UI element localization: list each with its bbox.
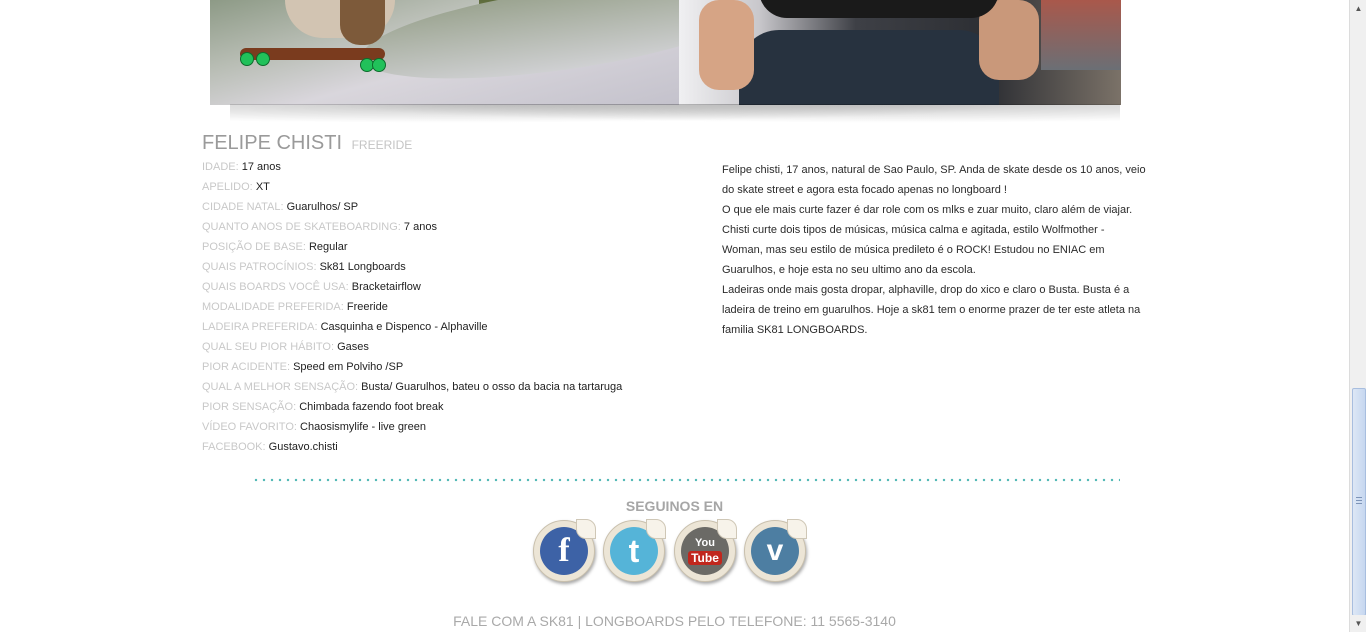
bio-paragraph: O que ele mais curte fazer é dar role co… (722, 204, 1133, 276)
dotted-divider (252, 478, 1120, 482)
info-value: Gases (337, 341, 369, 353)
info-row: CIDADE NATAL: Guarulhos/ SP (202, 200, 692, 220)
athlete-info-list: IDADE: 17 anos APELIDO: XT CIDADE NATAL:… (202, 160, 692, 460)
social-links: f t You Tube v (531, 519, 811, 586)
info-row: VÍDEO FAVORITO: Chaosismylife - live gre… (202, 420, 692, 440)
scroll-up-arrow-icon[interactable]: ▲ (1350, 0, 1366, 17)
scroll-down-arrow-icon[interactable]: ▼ (1350, 615, 1366, 632)
info-label: QUANTO ANOS DE SKATEBOARDING: (202, 221, 401, 233)
athlete-name-heading: FELIPE CHISTI FREERIDE (202, 132, 412, 155)
info-label: APELIDO: (202, 181, 253, 193)
info-label: QUAL A MELHOR SENSAÇÃO: (202, 381, 359, 393)
info-value: 17 anos (241, 161, 281, 173)
facebook-icon[interactable]: f (533, 519, 596, 582)
hero-shadow (230, 104, 1120, 126)
info-value: Speed em Polviho /SP (293, 361, 404, 373)
info-value: Regular (308, 241, 348, 253)
scrollbar-thumb[interactable] (1352, 388, 1366, 616)
info-row: IDADE: 17 anos (202, 160, 692, 180)
info-label: PIOR ACIDENTE: (202, 361, 291, 373)
info-row: QUAL A MELHOR SENSAÇÃO: Busta/ Guarulhos… (202, 380, 692, 400)
twitter-icon[interactable]: t (603, 519, 666, 582)
info-value: Busta/ Guarulhos, bateu o osso da bacia … (361, 381, 623, 393)
info-row: POSIÇÃO DE BASE: Regular (202, 240, 692, 260)
info-label: CIDADE NATAL: (202, 201, 284, 213)
youtube-tube: Tube (688, 551, 722, 565)
info-value: Gustavo.chisti (268, 441, 338, 453)
page: FELIPE CHISTI FREERIDE IDADE: 17 anos AP… (0, 0, 1349, 632)
athlete-category: FREERIDE (351, 138, 413, 152)
info-row: LADEIRA PREFERIDA: Casquinha e Dispenco … (202, 320, 692, 340)
athlete-name: FELIPE CHISTI (202, 132, 343, 154)
info-row: QUANTO ANOS DE SKATEBOARDING: 7 anos (202, 220, 692, 240)
info-value: Casquinha e Dispenco - Alphaville (320, 321, 488, 333)
bio-paragraph: Ladeiras onde mais gosta dropar, alphavi… (722, 284, 1141, 336)
info-value: XT (255, 181, 270, 193)
info-row: PIOR ACIDENTE: Speed em Polviho /SP (202, 360, 692, 380)
hero-image-skater-portrait (679, 0, 1121, 105)
info-row: APELIDO: XT (202, 180, 692, 200)
youtube-you: You (695, 537, 715, 549)
info-row: QUAIS PATROCÍNIOS: Sk81 Longboards (202, 260, 692, 280)
info-label: QUAIS BOARDS VOCÊ USA: (202, 281, 349, 293)
info-label: POSIÇÃO DE BASE: (202, 241, 306, 253)
info-row: FACEBOOK: Gustavo.chisti (202, 440, 692, 460)
follow-us-heading: SEGUINOS EN (625, 498, 724, 514)
info-label: FACEBOOK: (202, 441, 266, 453)
info-label: LADEIRA PREFERIDA: (202, 321, 318, 333)
bio-paragraph: Felipe chisti, 17 anos, natural de Sao P… (722, 164, 1146, 196)
info-value: Chaosismylife - live green (300, 421, 426, 433)
vimeo-icon[interactable]: v (744, 519, 807, 582)
hero-image-skater-riding (210, 0, 764, 105)
info-value: Freeride (346, 301, 388, 313)
youtube-icon[interactable]: You Tube (674, 519, 737, 582)
footer-contact: FALE COM A SK81 | LONGBOARDS PELO TELEFO… (453, 613, 896, 629)
hero-banner (210, 0, 1121, 105)
athlete-bio: Felipe chisti, 17 anos, natural de Sao P… (722, 160, 1147, 340)
info-value: Guarulhos/ SP (286, 201, 359, 213)
info-label: VÍDEO FAVORITO: (202, 421, 297, 433)
info-value: Bracketairflow (351, 281, 421, 293)
vertical-scrollbar[interactable]: ▲ ▼ (1349, 0, 1366, 632)
info-label: QUAL SEU PIOR HÁBITO: (202, 341, 335, 353)
info-label: IDADE: (202, 161, 239, 173)
info-label: QUAIS PATROCÍNIOS: (202, 261, 317, 273)
info-value: 7 anos (403, 221, 437, 233)
info-row: QUAL SEU PIOR HÁBITO: Gases (202, 340, 692, 360)
info-row: MODALIDADE PREFERIDA: Freeride (202, 300, 692, 320)
info-label: MODALIDADE PREFERIDA: (202, 301, 344, 313)
info-value: Sk81 Longboards (319, 261, 406, 273)
info-row: QUAIS BOARDS VOCÊ USA: Bracketairflow (202, 280, 692, 300)
info-value: Chimbada fazendo foot break (299, 401, 444, 413)
info-row: PIOR SENSAÇÃO: Chimbada fazendo foot bre… (202, 400, 692, 420)
info-label: PIOR SENSAÇÃO: (202, 401, 297, 413)
